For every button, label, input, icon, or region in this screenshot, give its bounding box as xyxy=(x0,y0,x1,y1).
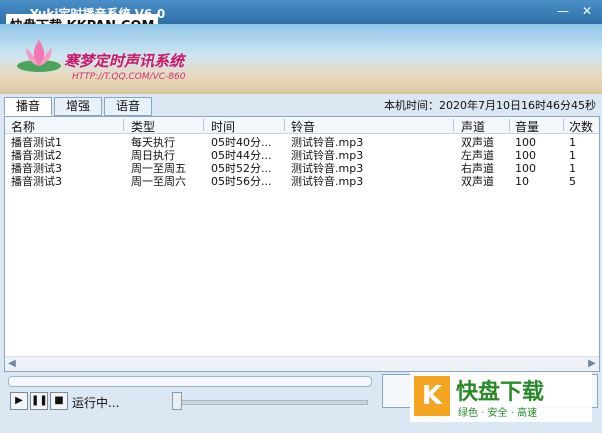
table-row[interactable]: 播音测试2 周日执行 05时44分... 测试铃音.mp3 左声道 100 1 xyxy=(5,149,599,162)
cell-name: 播音测试2 xyxy=(11,149,62,162)
tab-voice[interactable]: 语音 xyxy=(104,97,152,116)
cell-name: 播音测试1 xyxy=(11,136,62,149)
cell-time: 05时52分... xyxy=(211,162,272,175)
cell-channel: 双声道 xyxy=(461,136,494,149)
cell-channel: 双声道 xyxy=(461,175,494,188)
cell-ringtone: 测试铃音.mp3 xyxy=(291,149,364,162)
volume-slider-handle[interactable] xyxy=(172,392,182,410)
column-volume[interactable]: 音量 xyxy=(515,118,539,135)
cell-type: 周一至周五 xyxy=(131,162,186,175)
volume-slider[interactable] xyxy=(176,400,368,405)
column-count[interactable]: 次数 xyxy=(569,118,593,135)
close-button[interactable]: ✕ xyxy=(576,3,598,19)
cell-ringtone: 测试铃音.mp3 xyxy=(291,162,364,175)
schedule-list[interactable]: 名称 类型 时间 铃音 声道 音量 次数 播音测试1 每天执行 05时40分..… xyxy=(4,116,600,372)
pause-button[interactable]: ❚❚ xyxy=(30,392,48,410)
cell-volume: 10 xyxy=(515,175,529,188)
stop-button[interactable]: ■ xyxy=(50,392,68,410)
cell-count: 1 xyxy=(569,136,576,149)
cell-type: 每天执行 xyxy=(131,136,175,149)
column-ringtone[interactable]: 铃音 xyxy=(291,118,315,135)
table-row[interactable]: 播音测试3 周一至周六 05时56分... 测试铃音.mp3 双声道 10 5 xyxy=(5,175,599,188)
cell-count: 5 xyxy=(569,175,576,188)
cell-volume: 100 xyxy=(515,149,536,162)
cell-count: 1 xyxy=(569,149,576,162)
cell-name: 播音测试3 xyxy=(11,175,62,188)
minimize-button[interactable]: — xyxy=(552,3,574,19)
tab-play[interactable]: 播音 xyxy=(4,97,52,116)
lotus-icon xyxy=(17,40,61,72)
column-channel[interactable]: 声道 xyxy=(461,118,485,135)
horizontal-scrollbar[interactable]: ◀ ▶ xyxy=(5,356,599,371)
column-time[interactable]: 时间 xyxy=(211,118,235,135)
tab-enhance[interactable]: 增强 xyxy=(54,97,102,116)
cell-ringtone: 测试铃音.mp3 xyxy=(291,175,364,188)
playback-progress[interactable] xyxy=(8,376,372,387)
cell-channel: 左声道 xyxy=(461,149,494,162)
cell-channel: 右声道 xyxy=(461,162,494,175)
watermark-logo: K 快盘下载 绿色 · 安全 · 高速 xyxy=(410,372,592,422)
scroll-left-icon[interactable]: ◀ xyxy=(5,357,19,371)
cell-time: 05时56分... xyxy=(211,175,272,188)
cell-volume: 100 xyxy=(515,162,536,175)
cell-type: 周一至周六 xyxy=(131,175,186,188)
cell-type: 周日执行 xyxy=(131,149,175,162)
table-row[interactable]: 播音测试1 每天执行 05时40分... 测试铃音.mp3 双声道 100 1 xyxy=(5,136,599,149)
cell-time: 05时44分... xyxy=(211,149,272,162)
table-row[interactable]: 播音测试3 周一至周五 05时52分... 测试铃音.mp3 右声道 100 1 xyxy=(5,162,599,175)
brand-url: HTTP://T.QQ.COM/VC-860 xyxy=(72,72,186,82)
column-name[interactable]: 名称 xyxy=(11,118,35,135)
cell-name: 播音测试3 xyxy=(11,162,62,175)
watermark-slogan: 绿色 · 安全 · 高速 xyxy=(458,408,538,419)
column-type[interactable]: 类型 xyxy=(131,118,155,135)
list-header: 名称 类型 时间 铃音 声道 音量 次数 xyxy=(5,117,599,134)
scroll-right-icon[interactable]: ▶ xyxy=(585,357,599,371)
cell-time: 05时40分... xyxy=(211,136,272,149)
brand-name: 寒梦定时声讯系统 xyxy=(64,52,185,70)
system-clock: 本机时间：2020年7月10日16时46分45秒 xyxy=(384,99,596,112)
play-button[interactable]: ▶ xyxy=(10,392,28,410)
status-text: 运行中... xyxy=(72,396,120,410)
cell-count: 1 xyxy=(569,162,576,175)
cell-volume: 100 xyxy=(515,136,536,149)
cell-ringtone: 测试铃音.mp3 xyxy=(291,136,364,149)
watermark-k-icon: K xyxy=(414,376,450,416)
banner: 寒梦定时声讯系统 HTTP://T.QQ.COM/VC-860 xyxy=(0,24,602,94)
watermark-logo-text: 快盘下载 xyxy=(456,380,545,405)
